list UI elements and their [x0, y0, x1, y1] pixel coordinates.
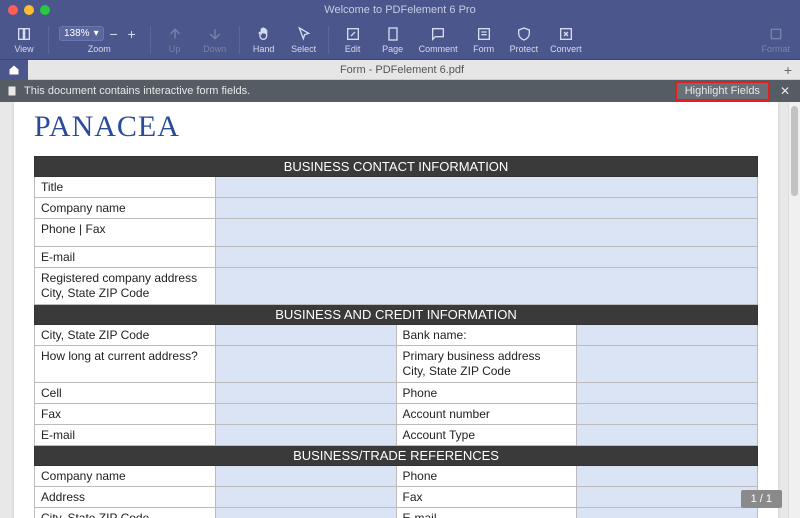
- form-field[interactable]: [215, 346, 396, 383]
- infobar-message: This document contains interactive form …: [24, 85, 250, 97]
- form-field[interactable]: [215, 466, 396, 487]
- form-field[interactable]: [577, 383, 758, 404]
- form-field[interactable]: [577, 346, 758, 383]
- edit-button[interactable]: Edit: [335, 22, 371, 58]
- home-tab[interactable]: [0, 60, 28, 80]
- field-label: Title: [35, 177, 216, 198]
- convert-button[interactable]: Convert: [546, 22, 586, 58]
- document-tab[interactable]: Form - PDFelement 6.pdf: [28, 64, 776, 76]
- home-icon: [8, 64, 20, 76]
- form-field[interactable]: [215, 425, 396, 446]
- form-field[interactable]: [215, 177, 757, 198]
- form-field[interactable]: [215, 487, 396, 508]
- form-field[interactable]: [577, 425, 758, 446]
- form-field[interactable]: [577, 404, 758, 425]
- new-tab-button[interactable]: +: [776, 62, 800, 78]
- view-button[interactable]: View: [6, 22, 42, 58]
- comment-button[interactable]: Comment: [415, 22, 462, 58]
- form-field[interactable]: [577, 487, 758, 508]
- view-label: View: [14, 44, 33, 54]
- form-field[interactable]: [215, 508, 396, 518]
- format-button[interactable]: Format: [757, 22, 794, 58]
- form-page-icon: [6, 85, 18, 97]
- up-button[interactable]: Up: [157, 22, 193, 58]
- form-field[interactable]: [577, 508, 758, 518]
- titlebar: Welcome to PDFelement 6 Pro: [0, 0, 800, 20]
- zoom-out-button[interactable]: −: [106, 26, 122, 42]
- section-header: BUSINESS/TRADE REFERENCES: [35, 446, 758, 466]
- section-header: BUSINESS CONTACT INFORMATION: [35, 157, 758, 177]
- down-button[interactable]: Down: [197, 22, 233, 58]
- form-field[interactable]: [215, 219, 757, 247]
- form-field[interactable]: [215, 404, 396, 425]
- zoom-in-button[interactable]: +: [124, 26, 140, 42]
- zoom-label: Zoom: [88, 44, 111, 54]
- chevron-down-icon: ▾: [94, 28, 99, 39]
- form-field[interactable]: [215, 247, 757, 268]
- tabbar: Form - PDFelement 6.pdf +: [0, 60, 800, 80]
- form-infobar: This document contains interactive form …: [0, 80, 800, 102]
- protect-button[interactable]: Protect: [506, 22, 543, 58]
- form-field[interactable]: [215, 198, 757, 219]
- document-viewport: PANACEA BUSINESS CONTACT INFORMATION Tit…: [0, 102, 800, 518]
- main-toolbar: View 138%▾ − + Zoom Up Down Hand Select …: [0, 20, 800, 60]
- form-field[interactable]: [577, 325, 758, 346]
- form-field[interactable]: [215, 268, 757, 305]
- form-table: BUSINESS CONTACT INFORMATION Title Compa…: [34, 156, 758, 518]
- zoom-select[interactable]: 138%▾: [59, 26, 104, 41]
- form-button[interactable]: Form: [466, 22, 502, 58]
- form-field[interactable]: [215, 383, 396, 404]
- infobar-close-button[interactable]: ✕: [776, 84, 794, 98]
- zoom-button[interactable]: 138%▾ − + Zoom: [55, 22, 144, 58]
- document-title: PANACEA: [34, 102, 758, 156]
- section-header: BUSINESS AND CREDIT INFORMATION: [35, 305, 758, 325]
- highlight-fields-button[interactable]: Highlight Fields: [675, 81, 770, 101]
- select-button[interactable]: Select: [286, 22, 322, 58]
- page-button[interactable]: Page: [375, 22, 411, 58]
- page-indicator[interactable]: 1 / 1: [741, 490, 782, 508]
- form-field[interactable]: [215, 325, 396, 346]
- vertical-scrollbar[interactable]: [788, 102, 800, 518]
- window-title: Welcome to PDFelement 6 Pro: [0, 4, 800, 16]
- pdf-page: PANACEA BUSINESS CONTACT INFORMATION Tit…: [14, 102, 778, 518]
- scroll-thumb[interactable]: [791, 106, 798, 196]
- form-field[interactable]: [577, 466, 758, 487]
- hand-button[interactable]: Hand: [246, 22, 282, 58]
